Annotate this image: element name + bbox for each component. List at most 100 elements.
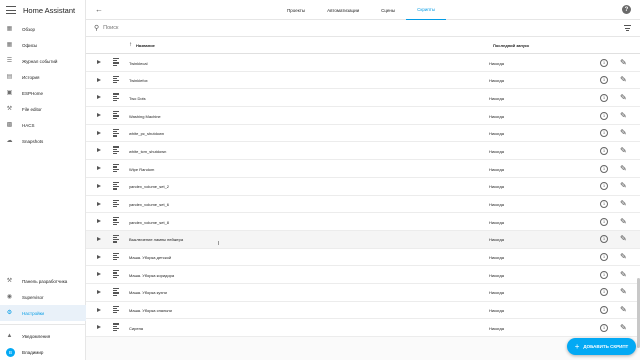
play-icon[interactable] bbox=[97, 254, 101, 259]
table-row[interactable]: Washing Machine Никогда i ✎ bbox=[86, 107, 640, 125]
info-icon[interactable]: i bbox=[600, 129, 608, 138]
info-icon[interactable]: i bbox=[600, 146, 608, 155]
info-icon[interactable]: i bbox=[600, 253, 608, 262]
column-header-last-run[interactable]: Последний запуск bbox=[493, 43, 529, 48]
table-row[interactable]: Маша. Уборка спальни Никогда i ✎ bbox=[86, 302, 640, 320]
info-icon[interactable]: i bbox=[600, 76, 608, 85]
play-icon[interactable] bbox=[97, 201, 101, 206]
play-icon[interactable] bbox=[97, 166, 101, 171]
play-icon[interactable] bbox=[97, 183, 101, 188]
play-icon[interactable] bbox=[97, 113, 101, 118]
pencil-icon[interactable]: ✎ bbox=[620, 111, 627, 121]
search-input[interactable] bbox=[103, 25, 404, 31]
pencil-icon[interactable]: ✎ bbox=[620, 270, 627, 280]
table-row[interactable]: Wipe Random Никогда i ✎ bbox=[86, 160, 640, 178]
back-arrow-icon[interactable]: ← bbox=[95, 5, 103, 15]
list-icon: ☰ bbox=[6, 58, 13, 64]
play-icon[interactable] bbox=[97, 325, 101, 330]
column-header-name[interactable]: ↑ Название bbox=[129, 42, 155, 48]
pencil-icon[interactable]: ✎ bbox=[620, 146, 627, 156]
sidebar-item-история[interactable]: ▤ История bbox=[0, 69, 85, 85]
sidebar-item-панель-разработчика[interactable]: ⚒ Панель разработчика bbox=[0, 273, 86, 289]
tab-2[interactable]: Сцены bbox=[370, 0, 406, 20]
table-row[interactable]: white_tcm_shutdown Никогда i ✎ bbox=[86, 142, 640, 161]
play-icon[interactable] bbox=[97, 272, 101, 277]
last-run: Никогда bbox=[489, 184, 504, 190]
pencil-icon[interactable]: ✎ bbox=[620, 217, 627, 227]
info-icon[interactable]: i bbox=[600, 58, 608, 67]
pencil-icon[interactable]: ✎ bbox=[620, 234, 627, 244]
tab-3[interactable]: Скрипты bbox=[406, 0, 447, 20]
play-icon[interactable] bbox=[97, 236, 101, 241]
table-row[interactable]: Маша. Уборка коридора Никогда i ✎ bbox=[86, 266, 640, 284]
info-icon[interactable]: i bbox=[600, 323, 608, 332]
app-title: Home Assistant bbox=[23, 5, 76, 15]
sidebar-item-офисы[interactable]: ▦ Офисы bbox=[0, 37, 85, 53]
chart-icon: ▤ bbox=[6, 74, 13, 80]
info-icon[interactable]: i bbox=[600, 288, 608, 297]
gear-icon: ⚙ bbox=[6, 310, 13, 316]
last-run: Никогда bbox=[489, 255, 504, 261]
table-row[interactable]: yandex_volume_set_8 Никогда i ✎ bbox=[86, 213, 640, 231]
sidebar-item-hacs[interactable]: ▩ HACS bbox=[0, 117, 85, 133]
sidebar-item-esphome[interactable]: ▣ ESPHome bbox=[0, 85, 85, 101]
info-icon[interactable]: i bbox=[600, 164, 608, 173]
script-text-icon bbox=[113, 181, 119, 190]
pencil-icon[interactable]: ✎ bbox=[620, 93, 627, 103]
sidebar-item-supervisor[interactable]: ◉ Supervisor bbox=[0, 289, 86, 305]
menu-icon[interactable] bbox=[6, 6, 16, 14]
table-row[interactable]: Сирена Никогда i ✎ bbox=[86, 319, 640, 337]
pencil-icon[interactable]: ✎ bbox=[620, 199, 627, 209]
sidebar-item-журнал-событий[interactable]: ☰ Журнал событий bbox=[0, 53, 85, 69]
sidebar-item-profile[interactable]: В Владимир bbox=[0, 344, 86, 360]
sidebar-item-file-editor[interactable]: ⚒ File editor bbox=[0, 101, 85, 117]
play-icon[interactable] bbox=[97, 289, 101, 294]
pencil-icon[interactable]: ✎ bbox=[620, 164, 627, 174]
table-row[interactable]: Twinklecal Никогда i ✎ bbox=[86, 54, 640, 72]
info-icon[interactable]: i bbox=[600, 270, 608, 279]
table-row[interactable]: Two Dots Никогда i ✎ bbox=[86, 89, 640, 108]
table-row[interactable]: Twinklefox Никогда i ✎ bbox=[86, 72, 640, 90]
pencil-icon[interactable]: ✎ bbox=[620, 58, 627, 68]
table-row[interactable]: Маша. Уборка детской Никогда i ✎ bbox=[86, 249, 640, 267]
pencil-icon[interactable]: ✎ bbox=[620, 252, 627, 262]
info-icon[interactable]: i bbox=[600, 93, 608, 102]
play-icon[interactable] bbox=[97, 77, 101, 82]
tab-1[interactable]: Автоматизации bbox=[316, 0, 370, 20]
sidebar-header: Home Assistant bbox=[0, 0, 85, 20]
pencil-icon[interactable]: ✎ bbox=[620, 287, 627, 297]
help-icon[interactable]: ? bbox=[622, 5, 631, 14]
pencil-icon[interactable]: ✎ bbox=[620, 323, 627, 333]
info-icon[interactable]: i bbox=[600, 182, 608, 191]
pencil-icon[interactable]: ✎ bbox=[620, 305, 627, 315]
play-icon[interactable] bbox=[97, 219, 101, 224]
info-icon[interactable]: i bbox=[600, 217, 608, 226]
avatar: В bbox=[6, 347, 15, 357]
play-icon[interactable] bbox=[97, 307, 101, 312]
sidebar-item-snapshots[interactable]: ☁ Snapshots bbox=[0, 133, 85, 149]
play-icon[interactable] bbox=[97, 95, 101, 100]
play-icon[interactable] bbox=[97, 60, 101, 64]
table-row[interactable]: yandex_volume_set_2 Никогда i ✎ bbox=[86, 178, 640, 196]
info-icon[interactable]: i bbox=[600, 111, 608, 120]
table-row[interactable]: white_pc_shutdown Никогда i ✎ bbox=[86, 125, 640, 143]
info-icon[interactable]: i bbox=[600, 200, 608, 208]
play-icon[interactable] bbox=[97, 130, 101, 135]
table-row[interactable]: Маша. Уборка кухни Никогда i ✎ bbox=[86, 284, 640, 302]
last-run: Никогда bbox=[489, 308, 504, 314]
table-row[interactable]: Выключение лампы пейжера Никогда i ✎ bbox=[86, 230, 640, 249]
info-icon[interactable]: i bbox=[600, 235, 608, 244]
info-icon[interactable]: i bbox=[600, 306, 608, 315]
sidebar-item-notifications[interactable]: ▲ Уведомления bbox=[0, 328, 86, 344]
tab-0[interactable]: Проекты bbox=[276, 0, 316, 20]
pencil-icon[interactable]: ✎ bbox=[620, 128, 627, 138]
table-row[interactable]: yandex_volume_set_6 Никогда i ✎ bbox=[86, 196, 640, 214]
add-script-button[interactable]: + ДОБАВИТЬ СКРИПТ bbox=[567, 338, 636, 355]
pencil-icon[interactable]: ✎ bbox=[620, 181, 627, 191]
sidebar-item-обзор[interactable]: ▦ Обзор bbox=[0, 21, 85, 37]
sidebar-item-настройки[interactable]: ⚙ Настройки bbox=[0, 305, 86, 321]
filter-icon[interactable] bbox=[624, 25, 631, 31]
pencil-icon[interactable]: ✎ bbox=[620, 75, 627, 85]
script-text-icon bbox=[113, 93, 119, 102]
play-icon[interactable] bbox=[97, 148, 101, 153]
